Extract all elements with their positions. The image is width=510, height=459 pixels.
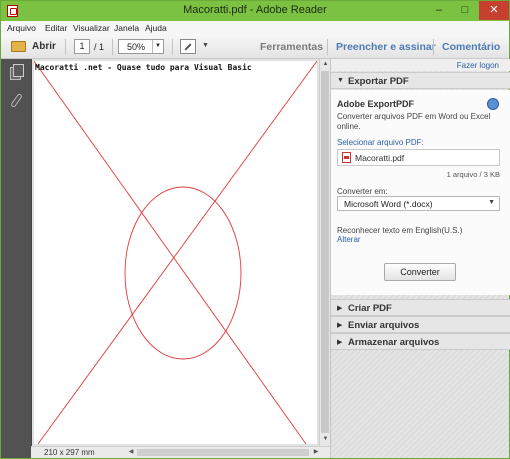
menu-visualizar[interactable]: Visualizar bbox=[73, 23, 110, 33]
pdf-page: Macoratti .net - Quase tudo para Visual … bbox=[34, 61, 317, 444]
title-bar: Macoratti.pdf - Adobe Reader – □ ✕ bbox=[1, 1, 509, 21]
convert-button[interactable]: Converter bbox=[384, 263, 456, 281]
zoom-select[interactable]: 50% ▼ bbox=[118, 39, 164, 54]
full-screen-icon[interactable] bbox=[180, 39, 196, 54]
open-button[interactable]: Abrir bbox=[32, 41, 56, 52]
export-pdf-panel: Adobe ExportPDF Converter arquivos PDF e… bbox=[331, 90, 510, 295]
format-dropdown[interactable]: Microsoft Word (*.docx) ▼ bbox=[337, 196, 500, 211]
section-send-files[interactable]: ▶ Enviar arquivos bbox=[331, 316, 510, 333]
convert-to-label: Converter em: bbox=[337, 187, 388, 196]
change-language-link[interactable]: Alterar bbox=[337, 235, 361, 244]
diagonal-line-left bbox=[34, 61, 307, 444]
collapsed-triangle-icon: ▶ bbox=[337, 322, 343, 329]
ellipse-shape bbox=[124, 186, 242, 360]
menu-ajuda[interactable]: Ajuda bbox=[145, 23, 167, 33]
section-create-pdf[interactable]: ▶ Criar PDF bbox=[331, 299, 510, 316]
format-value: Microsoft Word (*.docx) bbox=[344, 199, 433, 209]
page-number-input[interactable]: 1 bbox=[74, 39, 90, 54]
navigation-pane bbox=[1, 59, 31, 458]
collapsed-triangle-icon: ▶ bbox=[337, 305, 343, 312]
folder-open-icon[interactable] bbox=[11, 41, 26, 52]
section-label: Armazenar arquivos bbox=[348, 337, 440, 348]
pdf-file-icon bbox=[342, 152, 351, 163]
toolbar: Abrir 1 / 1 50% ▼ ▼ Ferramentas Preenche… bbox=[1, 35, 509, 59]
export-service-title: Adobe ExportPDF bbox=[337, 99, 415, 109]
ocr-language-label: Reconhecer texto em English(U.S.) bbox=[337, 226, 463, 235]
vertical-scrollbar[interactable]: ▲ ▼ bbox=[319, 59, 330, 446]
help-globe-icon[interactable] bbox=[487, 98, 499, 110]
app-window: Macoratti.pdf - Adobe Reader – □ ✕ Arqui… bbox=[0, 0, 510, 459]
export-description: Converter arquivos PDF em Word ou Excel … bbox=[337, 112, 491, 131]
chevron-down-icon[interactable]: ▼ bbox=[488, 199, 495, 206]
page-thumbnails-icon[interactable] bbox=[10, 64, 24, 80]
tools-button[interactable]: Ferramentas bbox=[260, 41, 323, 53]
selected-file-box[interactable]: Macoratti.pdf bbox=[337, 149, 500, 166]
section-export-pdf[interactable]: ▼ Exportar PDF bbox=[331, 72, 510, 89]
file-name: Macoratti.pdf bbox=[355, 153, 405, 163]
toolbar-divider bbox=[65, 39, 66, 55]
page-total: / 1 bbox=[94, 42, 105, 52]
maximize-button[interactable]: □ bbox=[453, 1, 477, 20]
document-heading: Macoratti .net - Quase tudo para Visual … bbox=[35, 63, 252, 72]
zoom-value: 50% bbox=[127, 42, 146, 52]
section-label: Enviar arquivos bbox=[348, 320, 420, 331]
login-link[interactable]: Fazer logon bbox=[457, 61, 499, 70]
expanded-triangle-icon: ▼ bbox=[337, 77, 344, 84]
select-file-link[interactable]: Selecionar arquivo PDF: bbox=[337, 138, 424, 147]
toolbar-divider bbox=[172, 39, 173, 55]
menu-editar[interactable]: Editar bbox=[45, 23, 67, 33]
document-viewer: Macoratti .net - Quase tudo para Visual … bbox=[31, 59, 319, 446]
scroll-thumb[interactable] bbox=[321, 71, 329, 433]
minimize-button[interactable]: – bbox=[427, 1, 451, 20]
page-size-label: 210 x 297 mm bbox=[44, 448, 95, 457]
scroll-left-icon[interactable]: ◀ bbox=[126, 447, 136, 458]
comment-button[interactable]: Comentário bbox=[442, 41, 500, 53]
section-label: Criar PDF bbox=[348, 303, 392, 314]
scroll-up-icon[interactable]: ▲ bbox=[321, 60, 330, 69]
menu-janela[interactable]: Janela bbox=[114, 23, 139, 33]
scroll-down-icon[interactable]: ▼ bbox=[321, 435, 330, 444]
scroll-right-icon[interactable]: ▶ bbox=[311, 447, 321, 458]
attachments-icon[interactable] bbox=[10, 92, 23, 109]
fill-sign-button[interactable]: Preencher e assinar bbox=[336, 41, 436, 53]
file-count: 1 arquivo / 3 KB bbox=[446, 170, 500, 179]
section-label: Exportar PDF bbox=[348, 76, 409, 87]
diagonal-line-right bbox=[37, 61, 317, 444]
toolbar-divider bbox=[112, 39, 113, 55]
horizontal-scrollbar[interactable]: 210 x 297 mm ◀ ▶ bbox=[31, 446, 330, 458]
close-button[interactable]: ✕ bbox=[479, 1, 509, 20]
tools-pane: Fazer logon ▼ Exportar PDF Adobe ExportP… bbox=[330, 59, 510, 458]
more-tools-icon[interactable]: ▼ bbox=[202, 42, 209, 49]
menu-bar: Arquivo Editar Visualizar Janela Ajuda bbox=[1, 21, 509, 35]
toolbar-divider bbox=[433, 39, 434, 55]
page-drawing bbox=[34, 61, 317, 444]
section-store-files[interactable]: ▶ Armazenar arquivos bbox=[331, 333, 510, 350]
login-bar: Fazer logon bbox=[331, 59, 510, 71]
horizontal-scroll-thumb[interactable] bbox=[137, 449, 309, 456]
collapsed-triangle-icon: ▶ bbox=[337, 339, 343, 346]
menu-arquivo[interactable]: Arquivo bbox=[7, 23, 36, 33]
chevron-down-icon[interactable]: ▼ bbox=[152, 40, 163, 53]
toolbar-divider bbox=[327, 39, 328, 55]
